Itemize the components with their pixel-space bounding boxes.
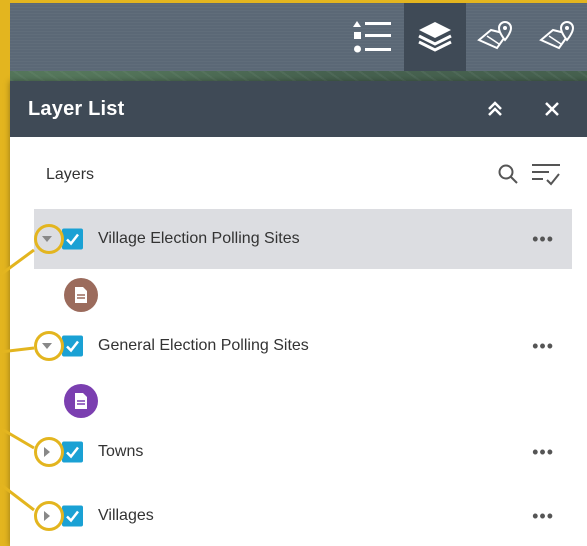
annotation-lines: [0, 248, 35, 512]
annotation-circle: [34, 437, 64, 467]
annotation-circle: [34, 501, 64, 531]
annotation-circle: [34, 331, 64, 361]
annotation-circle: [34, 224, 64, 254]
